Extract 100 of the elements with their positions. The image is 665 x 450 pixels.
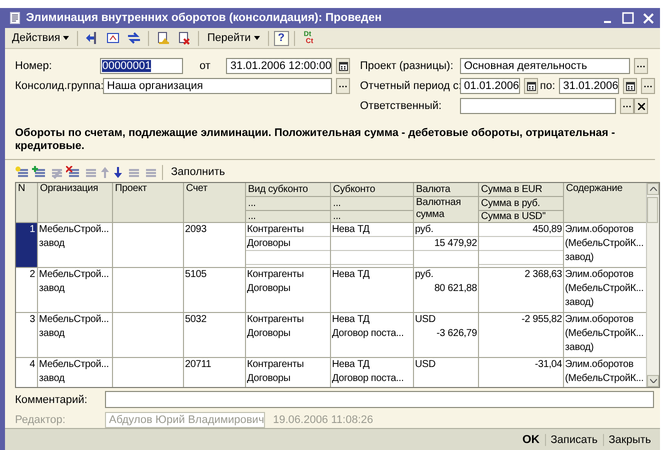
group-field[interactable]: Наша организация bbox=[103, 78, 332, 94]
table-cell-text: 80 621,88 bbox=[433, 282, 478, 296]
table-cell-text: Договор поста... bbox=[331, 372, 405, 386]
table-cell-text: завод bbox=[38, 237, 66, 251]
add-row-icon[interactable] bbox=[15, 166, 29, 178]
table-cell-text: USD bbox=[414, 313, 437, 327]
scrollbar[interactable] bbox=[646, 183, 659, 387]
table-cell: 450,89 bbox=[479, 223, 563, 237]
column-header[interactable]: Вид субконто ... ... bbox=[246, 183, 331, 223]
table-cell-text: Контрагенты bbox=[246, 358, 305, 372]
instruction-text: Обороты по счетам, подлежащие элиминации. Положительная сумма - дебетовые обороты, отрицательная - кредитовые. bbox=[5, 115, 655, 160]
table-cell-text: Договор поста... bbox=[331, 327, 405, 341]
column-header[interactable]: Сумма в EUR Сумма в руб. Сумма в USD'' bbox=[479, 183, 564, 223]
date-field[interactable]: 01.01.2006 bbox=[460, 78, 520, 94]
column-header[interactable]: N bbox=[16, 183, 38, 223]
calendar-button[interactable] bbox=[524, 78, 538, 94]
table-cell-text: Контрагенты bbox=[246, 268, 305, 282]
table-cell-text: Нева ТД bbox=[331, 358, 370, 372]
table-cell-text: Нева ТД bbox=[331, 268, 370, 282]
table-cell-text: (МебельСтройК... bbox=[564, 237, 645, 251]
table-cell-text: Элим.оборотов bbox=[564, 223, 634, 237]
scroll-thumb[interactable] bbox=[647, 197, 658, 223]
responsible-field[interactable] bbox=[460, 98, 616, 114]
field-label: Номер: bbox=[15, 60, 53, 72]
editor-field: Абдулов Юрий Владимирович bbox=[105, 412, 265, 428]
document-export-icon bbox=[156, 31, 170, 45]
table-cell-text: Элим.оборотов bbox=[564, 358, 634, 372]
dialog-button[interactable]: Записать bbox=[544, 434, 603, 446]
table-cell-text: руб. bbox=[414, 268, 434, 282]
calendar-icon bbox=[338, 62, 348, 70]
fill-button[interactable]: Заполнить bbox=[168, 166, 228, 178]
table-cell-text: завод) bbox=[564, 296, 595, 310]
delete-row-icon[interactable] bbox=[66, 166, 80, 178]
row-number[interactable]: 2 bbox=[16, 268, 38, 312]
window-icon bbox=[106, 31, 120, 45]
calendar-button[interactable] bbox=[623, 78, 638, 94]
table-cell-text: МебельСтрой... bbox=[38, 358, 110, 372]
table-cell-text: USD bbox=[414, 358, 437, 372]
date-field[interactable]: 31.01.2006 12:00:00 bbox=[226, 58, 332, 74]
actions-menu[interactable]: Действия bbox=[9, 31, 72, 45]
calendar-button[interactable] bbox=[336, 58, 350, 74]
table-cell-text: завод) bbox=[564, 251, 595, 265]
document-delete-icon bbox=[177, 31, 192, 45]
window-title: Элиминация внутренних оборотов (консолидация): Проведен bbox=[26, 12, 383, 24]
caret-icon bbox=[63, 36, 70, 40]
number-field[interactable]: 00000001 bbox=[100, 58, 184, 74]
table-cell: Нева ТД bbox=[331, 223, 413, 237]
table-cell-text: 5105 bbox=[184, 268, 208, 282]
table-cell-text: МебельСтрой... bbox=[38, 313, 110, 327]
calendar-icon bbox=[626, 82, 635, 90]
date-field[interactable]: 31.01.2006 bbox=[559, 78, 620, 94]
field-label: Проект (разницы): bbox=[360, 60, 454, 72]
column-header[interactable]: Организация bbox=[38, 183, 113, 223]
column-header[interactable]: Счет bbox=[184, 183, 246, 223]
dialog-button[interactable]: Закрыть bbox=[602, 434, 656, 446]
table-cell-text: (МебельСтройК... bbox=[564, 372, 645, 386]
table-cell-text: МебельСтрой... bbox=[38, 268, 110, 282]
swap-icon bbox=[127, 31, 142, 45]
field-label: Ответственный: bbox=[360, 100, 443, 112]
project-field[interactable]: Основная деятельность bbox=[460, 58, 630, 74]
copy-row-icon[interactable] bbox=[32, 166, 46, 178]
column-header[interactable]: Содержание bbox=[564, 183, 646, 223]
edit-date: 19.06.2006 11:08:26 bbox=[273, 414, 374, 426]
ellipsis-icon bbox=[644, 84, 652, 88]
table-cell-text: завод bbox=[38, 327, 66, 341]
table-cell-text: МебельСтрой... bbox=[38, 223, 110, 237]
table-cell-text: -3 626,79 bbox=[436, 327, 478, 341]
table-cell-text: Контрагенты bbox=[246, 313, 305, 327]
table-cell-text: Договоры bbox=[246, 327, 292, 341]
table-cell-text: -31,04 bbox=[534, 358, 563, 372]
dialog-button[interactable]: OK bbox=[517, 434, 545, 446]
clear-button[interactable] bbox=[634, 98, 648, 114]
table-cell-text: 2 368,63 bbox=[524, 268, 563, 282]
row-number[interactable]: 1 bbox=[16, 223, 38, 267]
comment-field[interactable] bbox=[105, 391, 654, 408]
close-icon[interactable] bbox=[643, 12, 654, 24]
table-cell-text: (МебельСтройК... bbox=[564, 327, 645, 341]
table-cell-text: завод) bbox=[564, 341, 595, 355]
table-cell-text: (МебельСтройК... bbox=[564, 282, 645, 296]
column-header[interactable]: Проект bbox=[113, 183, 184, 223]
ellipsis-icon bbox=[339, 84, 348, 88]
maximize-icon[interactable] bbox=[622, 12, 634, 24]
field-label: Редактор: bbox=[15, 414, 66, 426]
row-number[interactable]: 4 bbox=[16, 358, 38, 387]
table-cell-text: завод bbox=[38, 282, 66, 296]
column-header[interactable]: Субконто ... ... bbox=[331, 183, 414, 223]
close-icon bbox=[638, 102, 644, 110]
help-button[interactable]: ? bbox=[274, 30, 289, 46]
row-number[interactable]: 3 bbox=[16, 313, 38, 357]
document-icon bbox=[9, 12, 21, 24]
calendar-icon bbox=[526, 82, 536, 90]
move-down-icon[interactable] bbox=[113, 166, 123, 178]
table-cell-text: 5032 bbox=[184, 313, 208, 327]
table-cell-text: Элим.оборотов bbox=[564, 313, 634, 327]
table-cell-text: завод bbox=[38, 372, 66, 386]
table-cell-text: Договоры bbox=[246, 282, 292, 296]
field-label: Комментарий: bbox=[15, 394, 88, 406]
selected-text: 00000001 bbox=[102, 60, 152, 72]
goto-menu[interactable]: Перейти bbox=[204, 31, 263, 45]
ellipsis-icon bbox=[623, 104, 631, 108]
